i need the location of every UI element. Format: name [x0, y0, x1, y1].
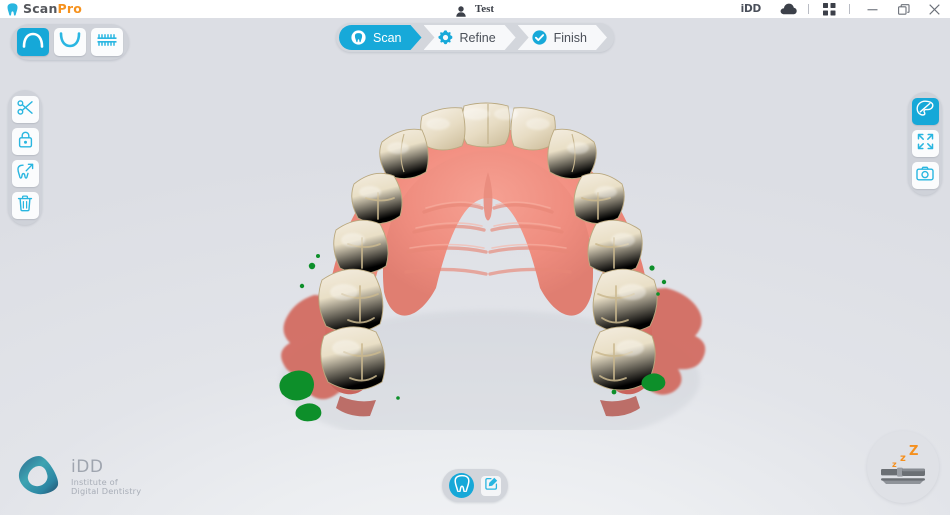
- title-bar-right: iDD: [741, 0, 950, 18]
- left-tool-rail: [8, 90, 42, 225]
- bottom-control-pill: [442, 469, 508, 502]
- bite-occlusion-button[interactable]: [91, 28, 123, 56]
- idd-label[interactable]: iDD: [741, 3, 762, 15]
- tab-scan-label: Scan: [373, 30, 402, 45]
- bite-occlusion-icon: [96, 32, 118, 53]
- upper-arch-icon: [22, 32, 44, 53]
- patient-name[interactable]: Test: [475, 3, 494, 15]
- divider: [808, 4, 809, 14]
- minimize-button[interactable]: [857, 0, 888, 18]
- scanner-sleep-indicator[interactable]: Z z z: [867, 431, 939, 503]
- tooth-icon: [7, 2, 18, 16]
- grid-apps-icon[interactable]: [816, 0, 842, 18]
- dental-arch-model[interactable]: [248, 80, 728, 430]
- lower-arch-icon: [59, 31, 81, 53]
- idd-triangle-icon: [16, 454, 62, 501]
- lower-arch-button[interactable]: [54, 28, 86, 56]
- tooth-circle-icon: [453, 474, 470, 497]
- cloud-icon[interactable]: [775, 0, 801, 18]
- idd-tagline-1: Institute of: [71, 476, 118, 487]
- color-mode-button[interactable]: [911, 98, 939, 125]
- tooth-edit-button[interactable]: [11, 160, 39, 187]
- idd-tagline-2: Digital Dentistry: [71, 486, 142, 497]
- trim-scissors-button[interactable]: [11, 96, 39, 123]
- tab-finish[interactable]: Finish: [518, 25, 607, 50]
- annotate-button[interactable]: [481, 475, 501, 496]
- check-circle-icon: [532, 30, 547, 45]
- scanner-wand-sleep-icon: Z z z: [875, 442, 931, 493]
- scan-viewport-3d[interactable]: Scan Refine Finish iDD Institute of Digi…: [0, 18, 950, 515]
- lock-button[interactable]: [11, 128, 39, 155]
- scan-tooth-icon: [351, 30, 366, 45]
- restore-window-button[interactable]: [888, 0, 919, 18]
- delete-button[interactable]: [11, 192, 39, 219]
- svg-text:Z: Z: [909, 444, 918, 459]
- title-bar: ScanPro Test iDD: [0, 0, 950, 18]
- tab-refine-label: Refine: [459, 30, 496, 45]
- scissors-icon: [16, 99, 34, 121]
- lock-icon: [18, 131, 33, 153]
- user-icon: [456, 4, 466, 17]
- gear-icon: [438, 30, 453, 45]
- app-logo: ScanPro: [7, 0, 82, 18]
- close-button[interactable]: [919, 0, 950, 18]
- logo-text-scan: Scan: [23, 0, 58, 16]
- upper-arch-button[interactable]: [17, 28, 49, 56]
- workflow-stage-tabs: Scan Refine Finish: [336, 23, 614, 52]
- svg-text:z: z: [892, 460, 897, 469]
- right-tool-rail: [908, 92, 942, 195]
- camera-icon: [916, 166, 934, 186]
- fit-to-screen-button[interactable]: [911, 130, 939, 157]
- svg-text:z: z: [900, 453, 906, 464]
- tooth-view-toggle-button[interactable]: [449, 473, 474, 498]
- divider: [849, 4, 850, 14]
- tab-refine[interactable]: Refine: [424, 25, 516, 50]
- logo-text-pro: Pro: [57, 0, 83, 16]
- edit-square-icon: [484, 477, 498, 495]
- tab-scan[interactable]: Scan: [339, 25, 422, 50]
- arch-mode-toolbar: [11, 24, 129, 60]
- tab-finish-label: Finish: [553, 30, 587, 45]
- idd-brand-name: iDD: [71, 456, 104, 477]
- tooth-arrow-icon: [16, 163, 34, 185]
- screenshot-button[interactable]: [911, 162, 939, 189]
- palette-icon: [916, 100, 934, 123]
- expand-arrows-icon: [917, 133, 934, 155]
- trash-icon: [17, 194, 33, 217]
- idd-brand-logo: iDD Institute of Digital Dentistry: [16, 454, 141, 501]
- app-window: ScanPro Test iDD Scan Refine Finish iDD …: [0, 0, 950, 515]
